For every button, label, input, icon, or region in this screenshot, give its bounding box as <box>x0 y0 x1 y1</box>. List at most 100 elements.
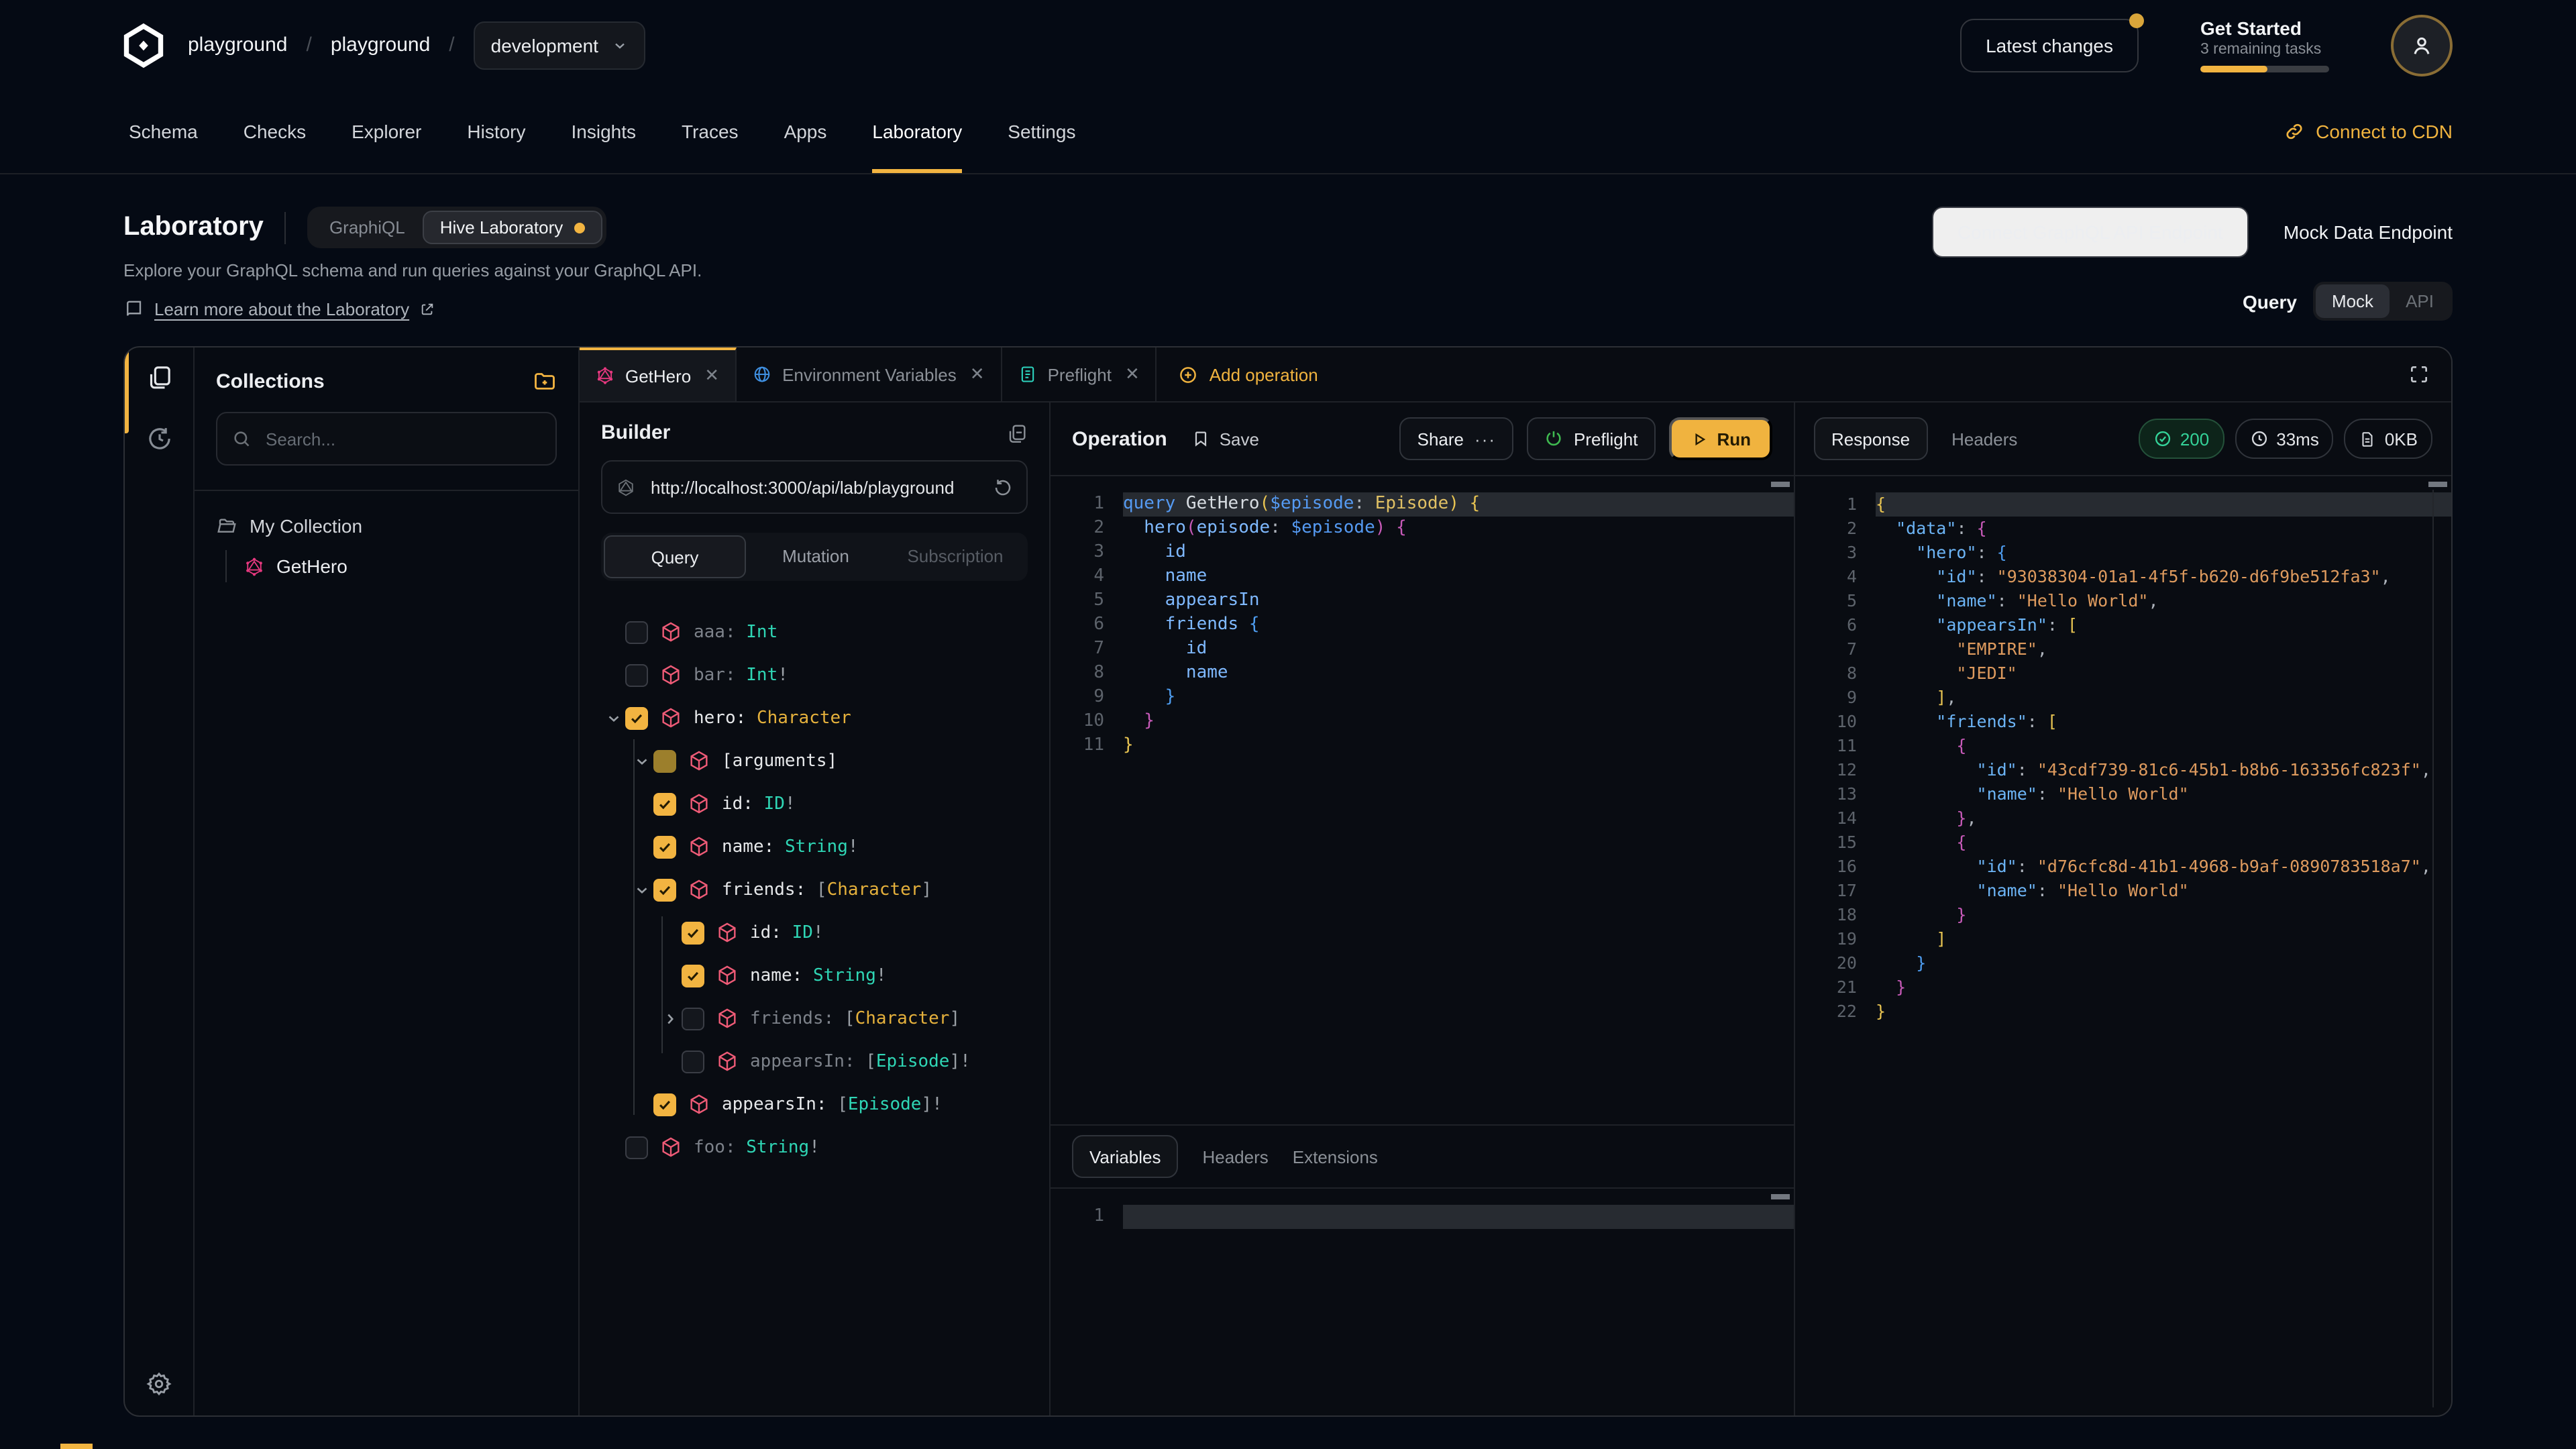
field-checkbox[interactable] <box>653 792 676 815</box>
collection-operation[interactable]: GetHero <box>244 550 557 582</box>
folder-open-icon <box>216 515 237 537</box>
nav-item-traces[interactable]: Traces <box>682 90 739 173</box>
latest-changes-button[interactable]: Latest changes <box>1960 18 2139 72</box>
file-icon <box>2359 430 2377 447</box>
variables-editor[interactable]: 1 <box>1051 1189 1794 1415</box>
close-icon[interactable]: ✕ <box>970 364 985 385</box>
save-button[interactable]: Save <box>1191 429 1259 449</box>
nav-item-history[interactable]: History <box>467 90 525 173</box>
mock-data-endpoint-button[interactable]: Mock Data Endpoint <box>2284 221 2453 243</box>
line-number: 13 <box>1795 782 1876 806</box>
share-button[interactable]: Share ··· <box>1400 417 1513 460</box>
field-checkbox[interactable] <box>682 921 704 944</box>
collections-title: Collections <box>216 370 325 392</box>
collections-rail-icon[interactable] <box>146 364 172 390</box>
field-checkbox[interactable] <box>653 878 676 901</box>
field-checkbox[interactable] <box>625 1136 648 1159</box>
query-source-mock[interactable]: Mock <box>2316 284 2390 318</box>
code-line: 4 name <box>1051 565 1794 589</box>
new-folder-icon[interactable] <box>533 369 557 393</box>
op-type-mutation[interactable]: Mutation <box>746 535 885 576</box>
code-line: 6 "appearsIn": [ <box>1795 613 2451 637</box>
tab-headers[interactable]: Headers <box>1202 1146 1268 1167</box>
field-checkbox[interactable] <box>653 835 676 858</box>
collapse-all-icon[interactable] <box>1006 422 1028 443</box>
tab-gethero[interactable]: GetHero ✕ <box>580 347 737 401</box>
rail-active-indicator <box>125 347 129 433</box>
scrollbar-thumb[interactable] <box>2428 482 2447 487</box>
tab-preflight[interactable]: Preflight ✕ <box>1002 347 1157 401</box>
breadcrumb-project[interactable]: playground <box>331 34 430 56</box>
nav-item-apps[interactable]: Apps <box>784 90 827 173</box>
op-type-subscription[interactable]: Subscription <box>885 535 1025 576</box>
hive-logo-icon[interactable] <box>121 22 166 68</box>
field-checkbox[interactable] <box>682 964 704 987</box>
mode-graphiql[interactable]: GraphiQL <box>312 211 423 244</box>
tab-variables[interactable]: Variables <box>1072 1135 1178 1178</box>
close-icon[interactable]: ✕ <box>704 365 719 386</box>
tab-extensions[interactable]: Extensions <box>1293 1146 1378 1167</box>
scrollbar-thumb[interactable] <box>1771 1194 1790 1199</box>
tab-response-headers[interactable]: Headers <box>1951 429 2017 449</box>
run-button[interactable]: Run <box>1668 417 1772 460</box>
field-type: String! <box>802 965 886 985</box>
field-type: Character <box>746 708 851 728</box>
field-checkbox[interactable] <box>682 1050 704 1073</box>
response-viewer[interactable]: 1{2 "data": {3 "hero": {4 "id": "9303830… <box>1795 476 2451 1415</box>
collection-folder[interactable]: My Collection <box>216 515 557 537</box>
scrollbar-thumb[interactable] <box>1771 482 1790 487</box>
target-selector[interactable]: development <box>474 21 645 69</box>
get-started-widget[interactable]: Get Started 3 remaining tasks <box>2200 17 2329 72</box>
history-rail-icon[interactable] <box>146 425 172 452</box>
nav-item-schema[interactable]: Schema <box>129 90 198 173</box>
refresh-icon[interactable] <box>993 477 1013 497</box>
line-number: 14 <box>1795 806 1876 830</box>
schema-field-tree: aaa: Int bar: Int! hero: Character [argu… <box>580 610 1049 1415</box>
code-line: 18 } <box>1795 903 2451 927</box>
expand-toggle[interactable] <box>657 1010 682 1027</box>
op-type-query[interactable]: Query <box>604 535 746 578</box>
nav-item-settings[interactable]: Settings <box>1008 90 1075 173</box>
field-checkbox[interactable] <box>625 706 648 729</box>
field-checkbox[interactable] <box>682 1007 704 1030</box>
operation-panel: Operation Save Share ·· <box>1051 402 1795 1415</box>
hive-laboratory-app: playground / playground / development La… <box>0 0 2576 1449</box>
mode-hive-laboratory[interactable]: Hive Laboratory <box>423 211 602 244</box>
connect-graphql-api-endpoint-button[interactable]: Connect GraphQL API Endpoint <box>1932 207 2249 258</box>
field-checkbox[interactable] <box>653 749 676 772</box>
add-operation-button[interactable]: Add operation <box>1179 347 1318 401</box>
field-checkbox[interactable] <box>625 621 648 643</box>
preflight-button[interactable]: Preflight <box>1527 417 1655 460</box>
nav-item-explorer[interactable]: Explorer <box>352 90 421 173</box>
fullscreen-icon[interactable] <box>2408 347 2451 401</box>
close-icon[interactable]: ✕ <box>1125 364 1140 385</box>
field-name: name: <box>750 965 802 985</box>
expand-toggle[interactable] <box>601 709 625 727</box>
field-checkbox[interactable] <box>653 1093 676 1116</box>
field-type: ID! <box>753 794 796 814</box>
field-checkbox[interactable] <box>625 663 648 686</box>
query-source-api[interactable]: API <box>2390 284 2450 318</box>
search-input[interactable] <box>263 427 541 450</box>
field-row-name: name: String! <box>601 825 1028 868</box>
gear-icon[interactable] <box>146 1371 172 1397</box>
clock-icon <box>2249 429 2268 448</box>
nav-item-laboratory[interactable]: Laboratory <box>872 90 962 173</box>
plus-circle-icon <box>1179 364 1199 384</box>
user-avatar[interactable] <box>2391 14 2453 76</box>
query-editor[interactable]: 1query GetHero($episode: Episode) {2 her… <box>1051 476 1794 1124</box>
code-line: 11 { <box>1795 734 2451 758</box>
learn-more-link[interactable]: Learn more about the Laboratory <box>154 299 409 319</box>
tab-environment-variables[interactable]: Environment Variables ✕ <box>737 347 1002 401</box>
nav-item-insights[interactable]: Insights <box>572 90 637 173</box>
connect-to-cdn-button[interactable]: Connect to CDN <box>2284 90 2453 173</box>
tab-response[interactable]: Response <box>1814 417 1927 460</box>
breadcrumb-separator: / <box>449 34 454 56</box>
query-source-label: Query <box>2243 290 2297 312</box>
endpoint-url-input[interactable] <box>648 476 981 498</box>
field-row-bar: bar: Int! <box>601 653 1028 696</box>
field-row-friends: friends: [Character] <box>601 868 1028 911</box>
operation-bottom-section: Variables Headers Extensions 1 <box>1051 1124 1794 1415</box>
nav-item-checks[interactable]: Checks <box>244 90 306 173</box>
breadcrumb-org[interactable]: playground <box>188 34 287 56</box>
